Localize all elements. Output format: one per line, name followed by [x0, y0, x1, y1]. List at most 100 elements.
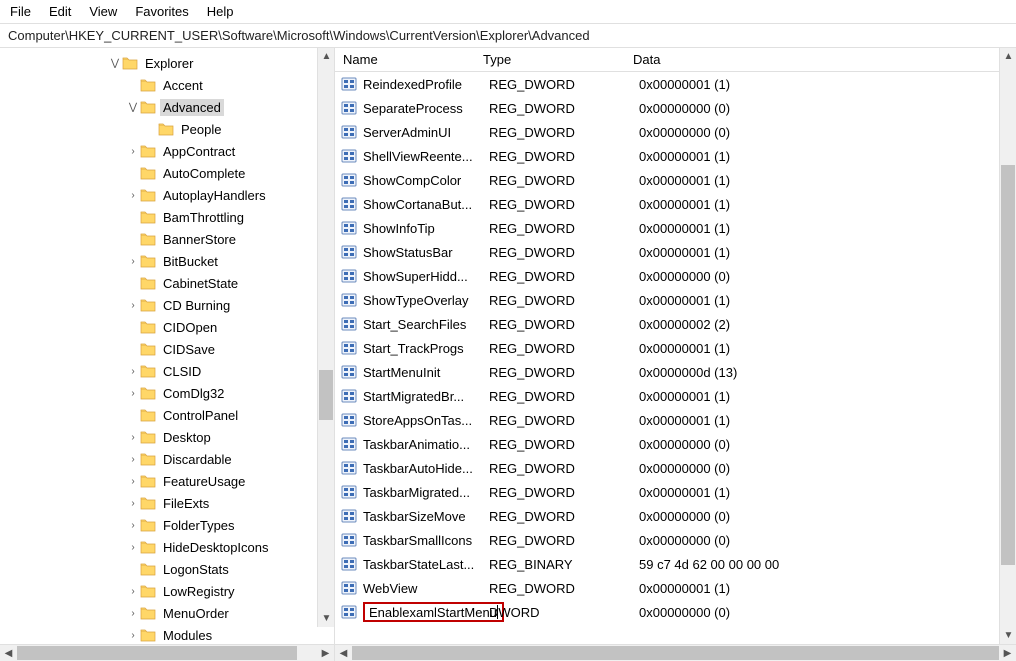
value-data: 0x00000001 (1)	[639, 413, 999, 428]
menu-file[interactable]: File	[10, 4, 31, 19]
value-row[interactable]: StoreAppsOnTas...REG_DWORD0x00000001 (1)	[335, 408, 999, 432]
value-row[interactable]: StartMigratedBr...REG_DWORD0x00000001 (1…	[335, 384, 999, 408]
value-row[interactable]: ReindexedProfileREG_DWORD0x00000001 (1)	[335, 72, 999, 96]
column-headers[interactable]: Name Type Data	[335, 48, 999, 72]
chevron-right-icon[interactable]: ›	[126, 366, 140, 377]
registry-tree[interactable]: ⋁ExplorerAccent⋁AdvancedPeople›AppContra…	[0, 48, 334, 644]
tree-item[interactable]: ›AppContract	[0, 140, 334, 162]
value-row[interactable]: ShowSuperHidd...REG_DWORD0x00000000 (0)	[335, 264, 999, 288]
value-row[interactable]: ShowTypeOverlayREG_DWORD0x00000001 (1)	[335, 288, 999, 312]
value-row[interactable]: EnablexamlStartMenuDWORD0x00000000 (0)	[335, 600, 999, 624]
value-row[interactable]: Start_TrackProgsREG_DWORD0x00000001 (1)	[335, 336, 999, 360]
menu-view[interactable]: View	[89, 4, 117, 19]
scroll-right-icon[interactable]: ▶	[317, 645, 334, 661]
scroll-left-icon[interactable]: ◀	[0, 645, 17, 661]
value-row[interactable]: TaskbarSizeMoveREG_DWORD0x00000000 (0)	[335, 504, 999, 528]
tree-vscroll[interactable]: ▲ ▼	[317, 48, 334, 627]
value-row[interactable]: TaskbarStateLast...REG_BINARY59 c7 4d 62…	[335, 552, 999, 576]
tree-item[interactable]: ›HideDesktopIcons	[0, 536, 334, 558]
chevron-right-icon[interactable]: ›	[126, 476, 140, 487]
chevron-right-icon[interactable]: ›	[126, 498, 140, 509]
tree-item[interactable]: ›FileExts	[0, 492, 334, 514]
scroll-up-icon[interactable]: ▲	[318, 48, 334, 65]
chevron-right-icon[interactable]: ›	[126, 454, 140, 465]
tree-item[interactable]: Accent	[0, 74, 334, 96]
tree-item[interactable]: ›MenuOrder	[0, 602, 334, 624]
folder-icon	[140, 386, 156, 400]
value-row[interactable]: ShowInfoTipREG_DWORD0x00000001 (1)	[335, 216, 999, 240]
tree-item[interactable]: BamThrottling	[0, 206, 334, 228]
tree-item[interactable]: ⋁Advanced	[0, 96, 334, 118]
chevron-right-icon[interactable]: ›	[126, 300, 140, 311]
col-data[interactable]: Data	[633, 52, 999, 67]
tree-item[interactable]: ›Desktop	[0, 426, 334, 448]
tree-item[interactable]: LogonStats	[0, 558, 334, 580]
tree-item[interactable]: CIDSave	[0, 338, 334, 360]
chevron-right-icon[interactable]: ›	[126, 432, 140, 443]
scroll-up-icon[interactable]: ▲	[1000, 48, 1016, 65]
tree-item[interactable]: ›BitBucket	[0, 250, 334, 272]
value-name: SeparateProcess	[363, 101, 489, 116]
scroll-down-icon[interactable]: ▼	[318, 610, 334, 627]
tree-item[interactable]: ›Modules	[0, 624, 334, 644]
tree-item[interactable]: ⋁Explorer	[0, 52, 334, 74]
tree-item[interactable]: BannerStore	[0, 228, 334, 250]
scroll-thumb[interactable]	[319, 370, 333, 420]
value-row[interactable]: TaskbarSmallIconsREG_DWORD0x00000000 (0)	[335, 528, 999, 552]
chevron-right-icon[interactable]: ›	[126, 190, 140, 201]
chevron-down-icon[interactable]: ⋁	[126, 102, 140, 113]
chevron-right-icon[interactable]: ›	[126, 256, 140, 267]
tree-item[interactable]: ›FeatureUsage	[0, 470, 334, 492]
col-type[interactable]: Type	[483, 52, 633, 67]
value-name-edit[interactable]: EnablexamlStartMenu	[363, 602, 504, 622]
tree-item[interactable]: People	[0, 118, 334, 140]
value-row[interactable]: TaskbarAnimatio...REG_DWORD0x00000000 (0…	[335, 432, 999, 456]
chevron-right-icon[interactable]: ›	[126, 586, 140, 597]
menu-edit[interactable]: Edit	[49, 4, 71, 19]
value-row[interactable]: StartMenuInitREG_DWORD0x0000000d (13)	[335, 360, 999, 384]
menu-help[interactable]: Help	[207, 4, 234, 19]
col-name[interactable]: Name	[335, 52, 483, 67]
tree-item[interactable]: ›FolderTypes	[0, 514, 334, 536]
value-row[interactable]: ShowCortanaBut...REG_DWORD0x00000001 (1)	[335, 192, 999, 216]
tree-item[interactable]: ›CD Burning	[0, 294, 334, 316]
tree-item[interactable]: ›ComDlg32	[0, 382, 334, 404]
scroll-right-icon[interactable]: ▶	[999, 645, 1016, 661]
list-hscroll[interactable]: ◀ ▶	[335, 644, 1016, 661]
value-row[interactable]: ShowStatusBarREG_DWORD0x00000001 (1)	[335, 240, 999, 264]
chevron-right-icon[interactable]: ›	[126, 520, 140, 531]
value-row[interactable]: Start_SearchFilesREG_DWORD0x00000002 (2)	[335, 312, 999, 336]
chevron-right-icon[interactable]: ›	[126, 630, 140, 641]
value-row[interactable]: WebViewREG_DWORD0x00000001 (1)	[335, 576, 999, 600]
tree-item[interactable]: ControlPanel	[0, 404, 334, 426]
scroll-down-icon[interactable]: ▼	[1000, 627, 1016, 644]
scroll-thumb[interactable]	[17, 646, 297, 660]
value-list[interactable]: ReindexedProfileREG_DWORD0x00000001 (1)S…	[335, 72, 999, 644]
tree-item[interactable]: ›CLSID	[0, 360, 334, 382]
tree-item[interactable]: CabinetState	[0, 272, 334, 294]
tree-item[interactable]: ›Discardable	[0, 448, 334, 470]
scroll-left-icon[interactable]: ◀	[335, 645, 352, 661]
value-row[interactable]: ShellViewReente...REG_DWORD0x00000001 (1…	[335, 144, 999, 168]
scroll-thumb[interactable]	[352, 646, 999, 660]
tree-hscroll[interactable]: ◀ ▶	[0, 644, 334, 661]
tree-item[interactable]: ›LowRegistry	[0, 580, 334, 602]
value-row[interactable]: TaskbarAutoHide...REG_DWORD0x00000000 (0…	[335, 456, 999, 480]
value-row[interactable]: SeparateProcessREG_DWORD0x00000000 (0)	[335, 96, 999, 120]
address-bar[interactable]: Computer\HKEY_CURRENT_USER\Software\Micr…	[0, 24, 1016, 48]
chevron-right-icon[interactable]: ›	[126, 608, 140, 619]
scroll-thumb[interactable]	[1001, 165, 1015, 565]
chevron-right-icon[interactable]: ›	[126, 542, 140, 553]
list-vscroll[interactable]: ▲ ▼	[999, 48, 1016, 644]
menu-favorites[interactable]: Favorites	[135, 4, 188, 19]
value-row[interactable]: ServerAdminUIREG_DWORD0x00000000 (0)	[335, 120, 999, 144]
value-row[interactable]: TaskbarMigrated...REG_DWORD0x00000001 (1…	[335, 480, 999, 504]
tree-item[interactable]: CIDOpen	[0, 316, 334, 338]
chevron-right-icon[interactable]: ›	[126, 146, 140, 157]
value-row[interactable]: ShowCompColorREG_DWORD0x00000001 (1)	[335, 168, 999, 192]
folder-icon	[140, 78, 156, 92]
chevron-right-icon[interactable]: ›	[126, 388, 140, 399]
tree-item[interactable]: ›AutoplayHandlers	[0, 184, 334, 206]
tree-item[interactable]: AutoComplete	[0, 162, 334, 184]
chevron-down-icon[interactable]: ⋁	[108, 58, 122, 69]
